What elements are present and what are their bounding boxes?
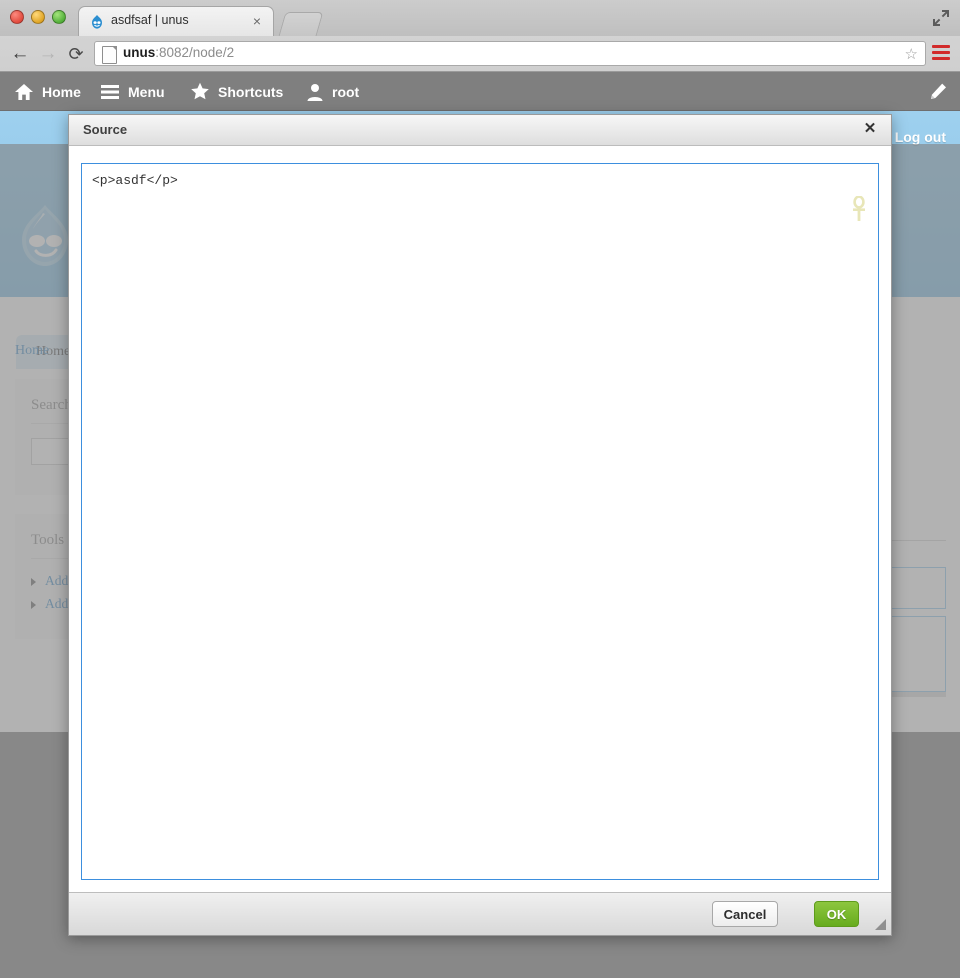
- ankh-cursor-icon: [853, 196, 865, 221]
- address-bar[interactable]: unus:8082/node/2 ☆: [94, 41, 926, 66]
- toolbar-item-user[interactable]: root: [306, 72, 359, 111]
- source-dialog: Source ✕ <p>asdf</p> Cancel OK: [68, 114, 892, 936]
- star-icon: [191, 82, 209, 100]
- toolbar-item-label: Shortcuts: [218, 83, 284, 100]
- toolbar-item-label: Home: [42, 83, 81, 100]
- source-textarea[interactable]: <p>asdf</p>: [81, 163, 879, 880]
- toolbar-item-shortcuts[interactable]: Shortcuts: [190, 72, 283, 111]
- bookmark-star-icon[interactable]: ☆: [905, 45, 918, 63]
- cancel-button[interactable]: Cancel: [712, 901, 778, 927]
- url-path: :8082/node/2: [155, 45, 235, 60]
- toolbar-item-home[interactable]: Home: [14, 72, 81, 111]
- tab-close-icon[interactable]: ×: [250, 14, 264, 28]
- drupal-favicon: [92, 15, 102, 29]
- user-icon: [307, 83, 323, 101]
- ok-button[interactable]: OK: [814, 901, 859, 927]
- browser-tab-title: asdfsaf | unus: [111, 13, 189, 27]
- drupal-admin-toolbar: Home Menu Shortcuts root: [0, 72, 960, 111]
- address-bar-url: unus:8082/node/2: [123, 45, 234, 60]
- dialog-body: <p>asdf</p>: [69, 146, 891, 894]
- screen: asdfsaf | unus × ← → ⟳ unus:8082/node/2 …: [0, 0, 960, 978]
- window-controls[interactable]: [10, 10, 66, 24]
- toolbar-item-label: root: [332, 83, 360, 100]
- back-button[interactable]: ←: [8, 42, 32, 66]
- maximize-window-button[interactable]: [52, 10, 66, 24]
- browser-toolbar: ← → ⟳ unus:8082/node/2 ☆: [0, 36, 960, 72]
- browser-chrome: asdfsaf | unus × ← → ⟳ unus:8082/node/2 …: [0, 0, 960, 72]
- home-icon: [15, 83, 33, 100]
- close-window-button[interactable]: [10, 10, 24, 24]
- dialog-footer: Cancel OK: [69, 892, 891, 935]
- menu-line: [932, 57, 950, 60]
- chrome-menu-icon[interactable]: [932, 45, 950, 61]
- menu-line: [932, 51, 950, 54]
- hamburger-icon: [101, 84, 119, 99]
- minimize-window-button[interactable]: [31, 10, 45, 24]
- dialog-header[interactable]: Source ✕: [69, 115, 891, 146]
- toolbar-item-menu[interactable]: Menu: [100, 72, 165, 111]
- resize-grip-icon[interactable]: [875, 919, 886, 930]
- url-host: unus: [123, 45, 156, 60]
- close-icon[interactable]: ✕: [861, 120, 879, 138]
- fullscreen-icon[interactable]: [932, 9, 950, 27]
- pencil-icon[interactable]: [928, 82, 948, 102]
- browser-tabstrip: asdfsaf | unus ×: [0, 0, 960, 36]
- toolbar-item-label: Menu: [128, 83, 165, 100]
- browser-tab[interactable]: asdfsaf | unus ×: [78, 6, 274, 36]
- reload-button[interactable]: ⟳: [64, 42, 88, 66]
- new-tab-button[interactable]: [278, 12, 324, 36]
- forward-button[interactable]: →: [36, 42, 60, 66]
- page-info-icon: [102, 46, 117, 64]
- menu-line: [932, 45, 950, 48]
- dialog-title: Source: [83, 122, 128, 137]
- logout-link[interactable]: Log out: [895, 129, 946, 145]
